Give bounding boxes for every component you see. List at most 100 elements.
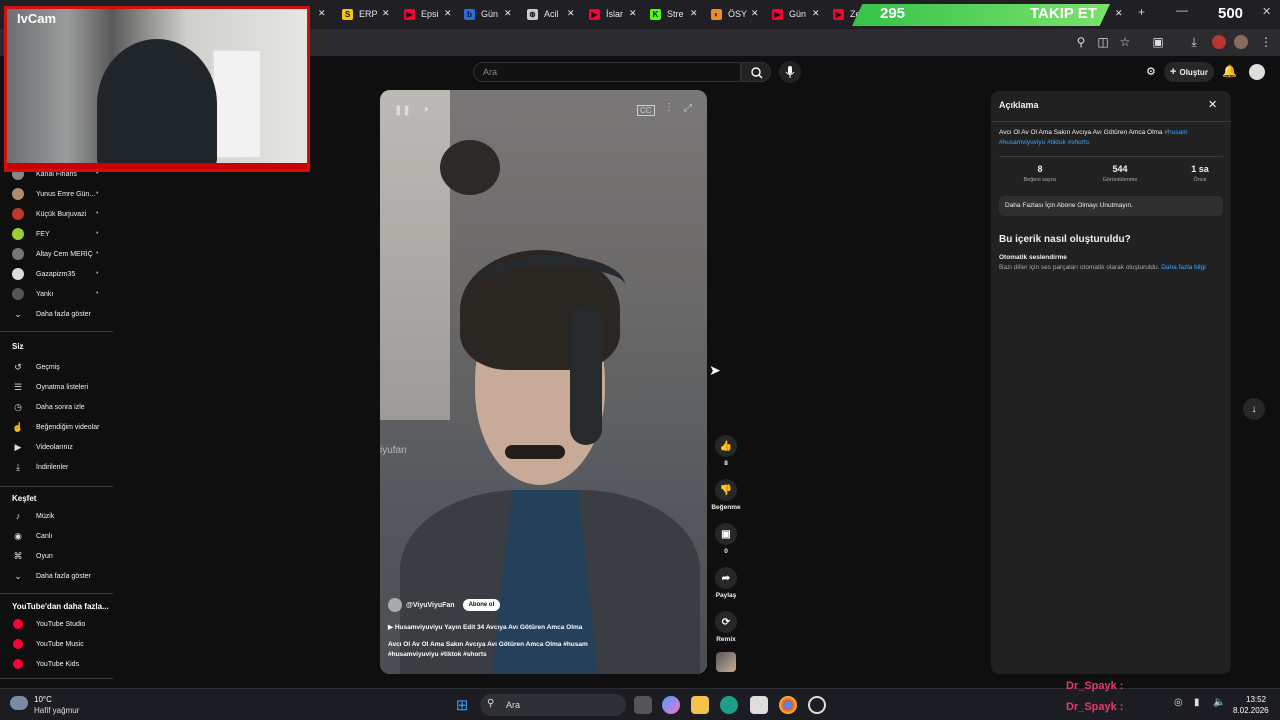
share-icon[interactable]: ➦ xyxy=(715,567,737,589)
channel-avatar[interactable] xyxy=(388,598,402,612)
thumbs-up-icon[interactable]: 👍 xyxy=(715,435,737,457)
dislike-action[interactable]: 👎 Beğenme xyxy=(706,479,746,511)
weather-desc[interactable]: Hafif yağmur xyxy=(34,706,79,715)
video-title-tags[interactable]: #husam xyxy=(563,641,588,648)
browser-tab[interactable]: ⊛ Acil xyxy=(527,4,559,24)
volume-icon[interactable]: 🕨 xyxy=(422,104,428,115)
section-heading-explore[interactable]: Keşfet xyxy=(12,494,36,503)
copilot-icon[interactable] xyxy=(662,696,680,714)
section-heading-more[interactable]: YouTube'dan daha fazla... xyxy=(12,602,109,611)
sidebar-item[interactable]: ☝ Beğendiğim videolar xyxy=(12,419,99,435)
browser-tab[interactable]: K Stre xyxy=(650,4,684,24)
sidebar-item[interactable]: ▶ Videolarınız xyxy=(12,439,73,455)
close-icon[interactable]: ✕ xyxy=(1208,98,1217,111)
comment-action[interactable]: ▣ 0 xyxy=(713,523,739,555)
minimize-icon[interactable]: — xyxy=(1176,3,1188,17)
learn-more-link[interactable]: Daha fazla bilgi xyxy=(1161,264,1205,271)
bookmark-star-icon[interactable]: ☆ xyxy=(1118,35,1132,49)
captions-icon[interactable]: CC xyxy=(637,105,655,116)
chrome-icon[interactable] xyxy=(779,696,797,714)
pause-icon[interactable]: ❚❚ xyxy=(394,105,411,116)
subscribe-button[interactable]: Abone ol xyxy=(462,599,501,611)
clock-date[interactable]: 8.02.2026 xyxy=(1233,706,1269,715)
browser-tab[interactable]: ▶ Epsi xyxy=(404,4,439,24)
volume-tray-icon[interactable]: 🔈 xyxy=(1213,697,1225,708)
comment-icon[interactable]: ▣ xyxy=(715,523,737,545)
close-window-icon[interactable]: ✕ xyxy=(1262,5,1271,18)
weather-cloud-icon[interactable] xyxy=(10,696,28,710)
search-button[interactable] xyxy=(741,62,771,82)
browser-tab[interactable]: b Gün xyxy=(464,4,498,24)
video-title[interactable]: Avcı Ol Av Ol Ama Sakın Avcıya Avı Götür… xyxy=(388,640,618,660)
clock-time[interactable]: 13:52 xyxy=(1246,695,1266,704)
browser-tab[interactable]: ▶ İslar xyxy=(589,4,623,24)
zoom-icon[interactable]: ⚲ xyxy=(1074,35,1088,49)
like-action[interactable]: 👍 8 xyxy=(713,435,739,467)
tab-close-icon[interactable]: ✕ xyxy=(812,8,820,19)
voice-search-button[interactable] xyxy=(779,61,801,83)
taskbar-search[interactable]: Ara xyxy=(480,694,626,716)
create-button[interactable]: + Oluştur xyxy=(1164,62,1214,82)
sidebar-item[interactable]: Altay Cem MERİÇ xyxy=(12,246,93,262)
edge-icon[interactable] xyxy=(720,696,738,714)
sidebar-item[interactable]: YouTube Kids xyxy=(12,656,79,672)
start-windows-icon[interactable]: ⊞ xyxy=(453,696,471,714)
tab-close-icon[interactable]: ✕ xyxy=(751,8,759,19)
cast-icon[interactable]: ◫ xyxy=(1096,35,1110,49)
remix-icon[interactable]: ⟳ xyxy=(715,611,737,633)
sidebar-item[interactable]: ☰ Oynatma listeleri xyxy=(12,379,88,395)
menu-dots-icon[interactable]: ⋮ xyxy=(1259,35,1273,49)
new-tab-icon[interactable]: + xyxy=(1138,5,1145,19)
weather-temp[interactable]: 10°C xyxy=(34,695,52,704)
sidebar-item[interactable]: YouTube Studio xyxy=(12,616,85,632)
sound-thumbnail[interactable] xyxy=(716,652,736,672)
thumbs-down-icon[interactable]: 👎 xyxy=(715,479,737,501)
sidebar-item[interactable]: ◷ Daha sonra izle xyxy=(12,399,85,415)
cast-settings-icon[interactable]: ⚙ xyxy=(1146,65,1156,78)
tab-close-icon[interactable]: ✕ xyxy=(1115,8,1123,19)
sidebar-item[interactable]: ♪ Müzik xyxy=(12,508,55,524)
sidebar-item[interactable]: ⌘ Oyun xyxy=(12,548,53,564)
sidebar-item[interactable]: ◉ Canlı xyxy=(12,528,52,544)
store-icon[interactable] xyxy=(750,696,768,714)
sidebar-item[interactable]: FEY xyxy=(12,226,50,242)
browser-tab[interactable]: ◐ ÖSY xyxy=(711,4,747,24)
tab-close-icon[interactable]: ✕ xyxy=(504,8,512,19)
battery-icon[interactable]: ▮ xyxy=(1194,697,1200,708)
obs-icon[interactable] xyxy=(808,696,826,714)
browser-tab[interactable]: S ERP xyxy=(342,4,378,24)
more-options-icon[interactable]: ⋮ xyxy=(664,102,674,113)
sidebar-item[interactable]: Yankı xyxy=(12,286,53,302)
search-input[interactable]: Ara xyxy=(473,62,741,82)
next-video-button[interactable]: ↓ xyxy=(1243,398,1265,420)
tab-close-icon[interactable]: ✕ xyxy=(629,8,637,19)
playlist-link[interactable]: ▶ Husamviyuviyu Yayın Edit 34 Avcıya Avı… xyxy=(388,623,582,631)
user-avatar[interactable] xyxy=(1249,64,1265,80)
tab-close-icon[interactable]: ✕ xyxy=(382,8,390,19)
sidebar-item[interactable]: ⤓ İndirilenler xyxy=(12,459,68,475)
wifi-icon[interactable]: ◎ xyxy=(1174,697,1183,708)
tab-close-icon[interactable]: ✕ xyxy=(690,8,698,19)
hashtag-link[interactable]: #husam xyxy=(1164,129,1187,136)
sidebar-item[interactable]: Küçük Burjuvazi xyxy=(12,206,86,222)
task-view-icon[interactable] xyxy=(634,696,652,714)
sidebar-item[interactable]: Yunus Emre Gün... xyxy=(12,186,95,202)
hashtag-links[interactable]: #husamviyuviyu #tiktok #shorts xyxy=(999,139,1089,146)
sidebar-item[interactable]: Gazapizm35 xyxy=(12,266,75,282)
sidebar-item[interactable]: ↺ Geçmiş xyxy=(12,359,60,375)
remix-action[interactable]: ⟳ Remix xyxy=(713,611,739,643)
browser-tab[interactable]: ▶ Gün xyxy=(772,4,806,24)
sidebar-item[interactable]: YouTube Music xyxy=(12,636,84,652)
fullscreen-icon[interactable]: ⤢ xyxy=(684,103,692,114)
download-icon[interactable]: ⤓ xyxy=(1187,35,1201,49)
channel-name[interactable]: @ViyuViyuFan xyxy=(406,602,455,609)
video-title-tags-2[interactable]: #husamviyuviyu #tiktok #shorts xyxy=(388,651,487,658)
tab-close-icon[interactable]: ✕ xyxy=(444,8,452,19)
notifications-bell-icon[interactable]: 🔔 xyxy=(1222,64,1237,78)
extensions-icon[interactable]: ▣ xyxy=(1151,35,1165,49)
shorts-video-player[interactable]: iyufan ❚❚ 🕨 CC ⋮ ⤢ @ViyuViyuFan Abone ol… xyxy=(380,90,707,674)
section-heading-you[interactable]: Siz xyxy=(12,342,24,351)
sidebar-item[interactable]: ⌄ Daha fazla göster xyxy=(12,306,91,322)
share-action[interactable]: ➦ Paylaş xyxy=(706,567,746,599)
account-icon[interactable] xyxy=(1234,35,1248,49)
